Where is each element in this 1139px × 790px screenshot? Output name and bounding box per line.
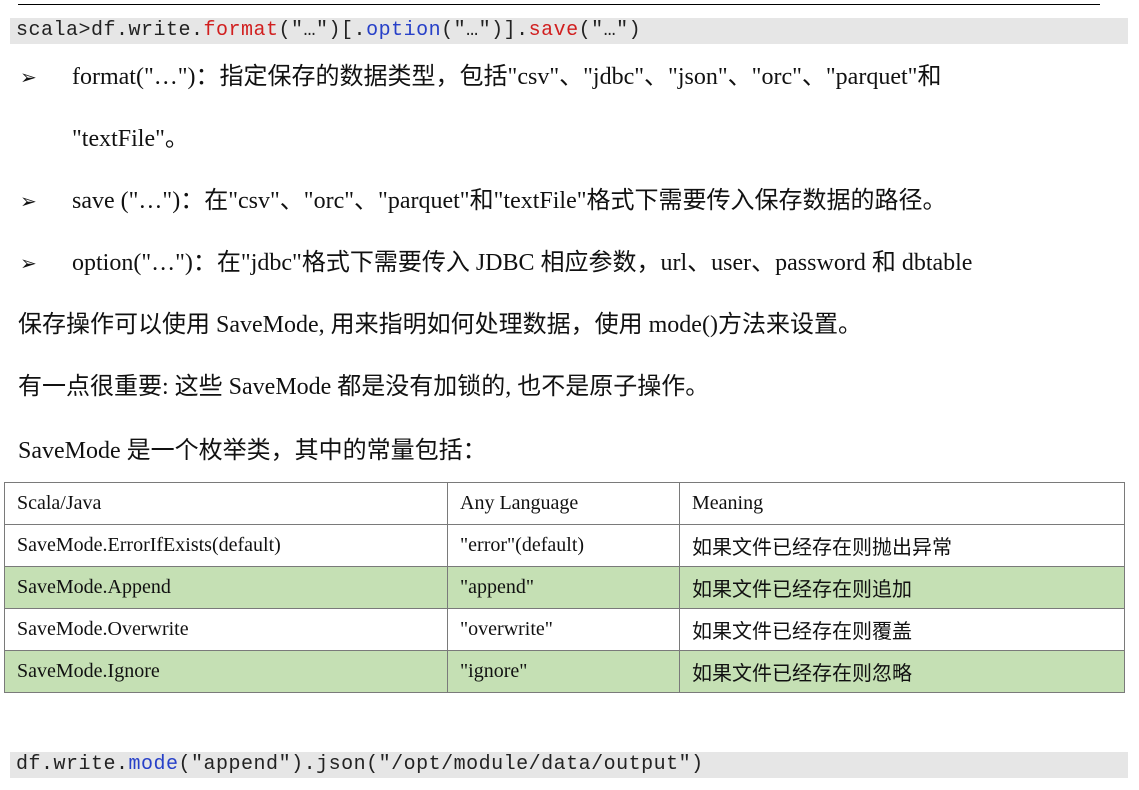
code-keyword-mode: mode	[128, 753, 179, 776]
table-cell: 如果文件已经存在则忽略	[679, 650, 1125, 693]
table-cell: 如果文件已经存在则抛出异常	[679, 524, 1125, 567]
table-cell: "error"(default)	[447, 524, 680, 567]
code-snippet-write-syntax: scala>df.write.format("…")[.option("…")]…	[10, 18, 1128, 44]
table-cell: 如果文件已经存在则追加	[679, 566, 1125, 609]
table-row: SaveMode.Ignore "ignore" 如果文件已经存在则忽略	[4, 650, 1125, 693]
table-header-cell: Meaning	[679, 482, 1125, 525]
bullet-format: ➢ format("…")：指定保存的数据类型，包括"csv"、"jdbc"、"j…	[20, 62, 941, 92]
bullet-format-continuation: "textFile"。	[72, 124, 189, 154]
arrow-bullet-icon: ➢	[20, 251, 37, 275]
table-header-row: Scala/Java Any Language Meaning	[4, 482, 1125, 525]
table-cell: "append"	[447, 566, 680, 609]
arrow-bullet-icon: ➢	[20, 65, 37, 89]
table-cell: SaveMode.Overwrite	[4, 608, 448, 651]
bullet-save-line1: save ("…")：在"csv"、"orc"、"parquet"和"textF…	[72, 188, 947, 214]
code-keyword-format: format	[203, 19, 279, 42]
top-divider	[18, 4, 1100, 5]
code-keyword-save: save	[528, 19, 579, 42]
bullet-option: ➢ option("…")：在"jdbc"格式下需要传入 JDBC 相应参数，ur…	[20, 248, 972, 278]
code-mid-2: ("…")].	[441, 19, 529, 42]
table-cell: SaveMode.ErrorIfExists(default)	[4, 524, 448, 567]
code-keyword-option: option	[366, 19, 442, 42]
paragraph-savemode-enum: SaveMode 是一个枚举类，其中的常量包括：	[18, 438, 487, 464]
code-mid-1: ("…")[.	[278, 19, 367, 42]
table-header-cell: Scala/Java	[4, 482, 448, 525]
table-cell: SaveMode.Ignore	[4, 650, 448, 693]
code-suffix: ("append").json("/opt/module/data/output…	[178, 753, 704, 776]
arrow-bullet-icon: ➢	[20, 189, 37, 213]
table-header-cell: Any Language	[447, 482, 680, 525]
code-prefix: df.write.	[16, 753, 129, 776]
code-snippet-mode-example: df.write.mode("append").json("/opt/modul…	[10, 752, 1128, 778]
table-row: SaveMode.Overwrite "overwrite" 如果文件已经存在则…	[4, 608, 1125, 651]
table-cell: "ignore"	[447, 650, 680, 693]
savemode-table: Scala/Java Any Language Meaning SaveMode…	[4, 482, 1125, 693]
bullet-format-line1: format("…")：指定保存的数据类型，包括"csv"、"jdbc"、"js…	[72, 64, 942, 90]
paragraph-savemode-usage: 保存操作可以使用 SaveMode, 用来指明如何处理数据，使用 mode()方…	[18, 312, 862, 338]
paragraph-savemode-warning: 有一点很重要: 这些 SaveMode 都是没有加锁的, 也不是原子操作。	[18, 374, 710, 400]
bullet-option-line1: option("…")：在"jdbc"格式下需要传入 JDBC 相应参数，url…	[72, 250, 973, 276]
code-suffix: ("…")	[578, 19, 642, 42]
bullet-format-line2: "textFile"。	[72, 126, 189, 152]
table-cell: SaveMode.Append	[4, 566, 448, 609]
table-cell: "overwrite"	[447, 608, 680, 651]
table-row: SaveMode.ErrorIfExists(default) "error"(…	[4, 524, 1125, 567]
code-prefix: scala>df.write.	[16, 19, 204, 42]
bullet-save: ➢ save ("…")：在"csv"、"orc"、"parquet"和"text…	[20, 186, 947, 216]
table-row: SaveMode.Append "append" 如果文件已经存在则追加	[4, 566, 1125, 609]
table-cell: 如果文件已经存在则覆盖	[679, 608, 1125, 651]
